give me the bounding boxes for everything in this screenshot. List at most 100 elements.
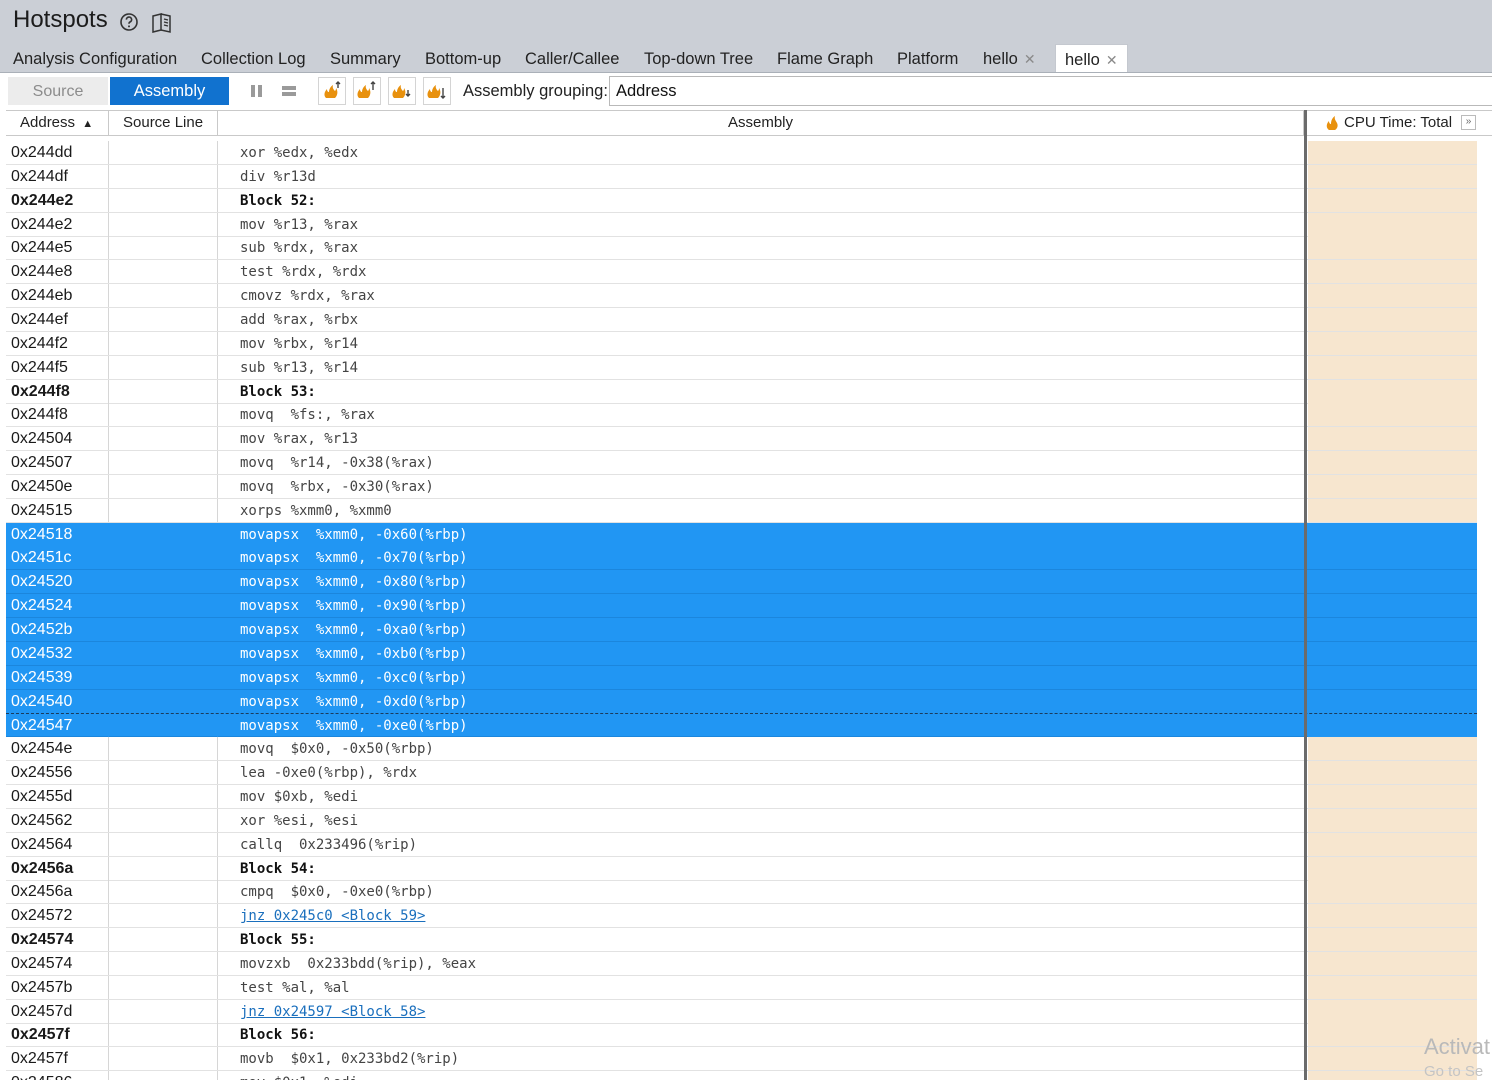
source-line-cell <box>109 809 218 832</box>
side-by-side-icon[interactable] <box>246 80 268 102</box>
table-row[interactable]: 0x244e2 mov %r13, %rax <box>6 213 1492 237</box>
source-line-cell <box>109 737 218 760</box>
title-bar: Hotspots Analysis Configuration Collecti… <box>0 0 1492 72</box>
tab-bottom-up[interactable]: Bottom-up <box>425 44 501 72</box>
cpu-time-cell <box>1308 642 1477 665</box>
scroll-to-last-hotspot-button[interactable] <box>423 77 451 105</box>
table-row[interactable]: 0x24504 mov %rax, %r13 <box>6 427 1492 451</box>
source-line-cell <box>109 427 218 450</box>
cpu-time-cell <box>1308 236 1477 259</box>
stacked-view-icon[interactable] <box>278 80 300 102</box>
table-row[interactable]: 0x24532 movapsx %xmm0, -0xb0(%rbp) <box>6 642 1492 666</box>
source-line-cell <box>109 1047 218 1070</box>
table-row[interactable]: 0x244f2 mov %rbx, %r14 <box>6 332 1492 356</box>
address-cell: 0x244eb <box>6 284 109 307</box>
table-row[interactable]: 0x24520 movapsx %xmm0, -0x80(%rbp) <box>6 570 1492 594</box>
table-row[interactable]: 0x24556 lea -0xe0(%rbp), %rdx <box>6 761 1492 785</box>
close-icon[interactable]: ✕ <box>1106 52 1118 68</box>
table-row[interactable]: 0x24564 callq 0x233496(%rip) <box>6 833 1492 857</box>
source-line-cell <box>109 761 218 784</box>
column-header-address[interactable]: Address ▲ <box>6 111 109 135</box>
tab-caller-callee[interactable]: Caller/Callee <box>525 44 619 72</box>
address-cell: 0x2457f <box>6 1047 109 1070</box>
tab-collection-log[interactable]: Collection Log <box>201 44 306 72</box>
guide-book-icon[interactable] <box>151 11 173 33</box>
table-row[interactable]: 0x2457b test %al, %al <box>6 976 1492 1000</box>
address-cell: 0x24547 <box>6 714 109 737</box>
column-header-cpu-time[interactable]: CPU Time: Total » <box>1308 111 1477 135</box>
table-row[interactable]: 0x244dd xor %edx, %edx <box>6 141 1492 165</box>
block-header-row[interactable]: 0x244e2 Block 52: <box>6 189 1492 213</box>
assembly-cell: cmpq $0x0, -0xe0(%rbp) <box>240 884 434 900</box>
scroll-to-prev-hotspot-button[interactable] <box>318 77 346 105</box>
table-row[interactable]: 0x2454e movq $0x0, -0x50(%rbp) <box>6 737 1492 761</box>
scroll-to-next-max-hotspot-button[interactable] <box>388 77 416 105</box>
column-header-source-line[interactable]: Source Line <box>109 111 218 135</box>
address-cell: 0x24574 <box>6 952 109 975</box>
table-row[interactable]: 0x24572 jnz 0x245c0 <Block 59> <box>6 904 1492 928</box>
source-line-cell <box>109 690 218 713</box>
table-row[interactable]: 0x244ef add %rax, %rbx <box>6 308 1492 332</box>
assembly-cell: xorps %xmm0, %xmm0 <box>240 503 392 519</box>
help-icon[interactable] <box>119 12 139 32</box>
cpu-time-cell <box>1308 928 1477 951</box>
table-row[interactable]: 0x244e8 test %rdx, %rdx <box>6 260 1492 284</box>
scroll-to-next-hotspot-button[interactable] <box>353 77 381 105</box>
source-view-button[interactable]: Source <box>8 77 108 105</box>
table-row[interactable]: 0x2455d mov $0xb, %edi <box>6 785 1492 809</box>
cpu-time-cell <box>1308 880 1477 903</box>
jump-target-link[interactable]: jnz 0x245c0 <Block 59> <box>240 908 425 924</box>
table-row[interactable]: 0x24547 movapsx %xmm0, -0xe0(%rbp) <box>6 713 1492 737</box>
table-row[interactable]: 0x2457f movb $0x1, 0x233bd2(%rip) <box>6 1047 1492 1071</box>
address-cell: 0x244dd <box>6 141 109 164</box>
column-header-assembly[interactable]: Assembly <box>218 111 1304 135</box>
table-row[interactable]: 0x24539 movapsx %xmm0, -0xc0(%rbp) <box>6 666 1492 690</box>
table-row[interactable]: 0x2457d jnz 0x24597 <Block 58> <box>6 1000 1492 1024</box>
vertical-scrollbar-track[interactable] <box>1477 141 1492 1080</box>
assembly-cell: mov $0xb, %edi <box>240 789 359 805</box>
table-row[interactable]: 0x24586 mov $0x1, %edi <box>6 1071 1492 1080</box>
assembly-cell[interactable]: jnz 0x245c0 <Block 59> <box>218 904 1304 927</box>
source-line-cell <box>109 833 218 856</box>
expand-column-icon[interactable]: » <box>1461 115 1476 130</box>
assembly-cell: movq %r14, -0x38(%rax) <box>240 455 434 471</box>
cpu-time-cell <box>1308 284 1477 307</box>
assembly-cell: movapsx %xmm0, -0xb0(%rbp) <box>240 646 468 662</box>
block-header-row[interactable]: 0x2456a Block 54: <box>6 857 1492 881</box>
table-row[interactable]: 0x2456a cmpq $0x0, -0xe0(%rbp) <box>6 880 1492 904</box>
jump-target-link[interactable]: jnz 0x24597 <Block 58> <box>240 1004 425 1020</box>
table-row[interactable]: 0x24562 xor %esi, %esi <box>6 809 1492 833</box>
block-header-row[interactable]: 0x2457f Block 56: <box>6 1023 1492 1047</box>
block-header-row[interactable]: 0x24574 Block 55: <box>6 928 1492 952</box>
tab-analysis-configuration[interactable]: Analysis Configuration <box>13 44 177 72</box>
table-row[interactable]: 0x24574 movzxb 0x233bdd(%rip), %eax <box>6 952 1492 976</box>
table-row[interactable]: 0x2450e movq %rbx, -0x30(%rax) <box>6 475 1492 499</box>
table-row[interactable]: 0x24515 xorps %xmm0, %xmm0 <box>6 499 1492 523</box>
tab-flame-graph[interactable]: Flame Graph <box>777 44 873 72</box>
pane-splitter[interactable] <box>1304 110 1307 1080</box>
block-header-row[interactable]: 0x244f8 Block 53: <box>6 380 1492 404</box>
table-row[interactable]: 0x24518 movapsx %xmm0, -0x60(%rbp) <box>6 523 1492 547</box>
table-row[interactable]: 0x24524 movapsx %xmm0, -0x90(%rbp) <box>6 594 1492 618</box>
tab-platform[interactable]: Platform <box>897 44 958 72</box>
table-row[interactable]: 0x24540 movapsx %xmm0, -0xd0(%rbp) <box>6 690 1492 714</box>
table-row[interactable]: 0x2452b movapsx %xmm0, -0xa0(%rbp) <box>6 618 1492 642</box>
assembly-cell[interactable]: jnz 0x24597 <Block 58> <box>218 1000 1304 1023</box>
table-row[interactable]: 0x244eb cmovz %rdx, %rax <box>6 284 1492 308</box>
tab-summary[interactable]: Summary <box>330 44 401 72</box>
table-row[interactable]: 0x244df div %r13d <box>6 165 1492 189</box>
table-row[interactable]: 0x24507 movq %r14, -0x38(%rax) <box>6 451 1492 475</box>
table-row[interactable]: 0x244e5 sub %rdx, %rax <box>6 236 1492 260</box>
tab-top-down-tree[interactable]: Top-down Tree <box>644 44 753 72</box>
assembly-cell: cmovz %rdx, %rax <box>240 288 375 304</box>
table-row[interactable]: 0x244f8 movq %fs:, %rax <box>6 403 1492 427</box>
tab-hello-source[interactable]: hello ✕ <box>983 44 1036 72</box>
assembly-grouping-select[interactable]: Address <box>609 76 1492 106</box>
cpu-time-cell <box>1308 833 1477 856</box>
table-row[interactable]: 0x2451c movapsx %xmm0, -0x70(%rbp) <box>6 546 1492 570</box>
source-line-cell <box>109 976 218 999</box>
table-row[interactable]: 0x244f5 sub %r13, %r14 <box>6 356 1492 380</box>
tab-hello-assembly[interactable]: hello ✕ <box>1055 44 1128 72</box>
assembly-view-button[interactable]: Assembly <box>110 77 229 105</box>
close-icon[interactable]: ✕ <box>1024 51 1036 67</box>
